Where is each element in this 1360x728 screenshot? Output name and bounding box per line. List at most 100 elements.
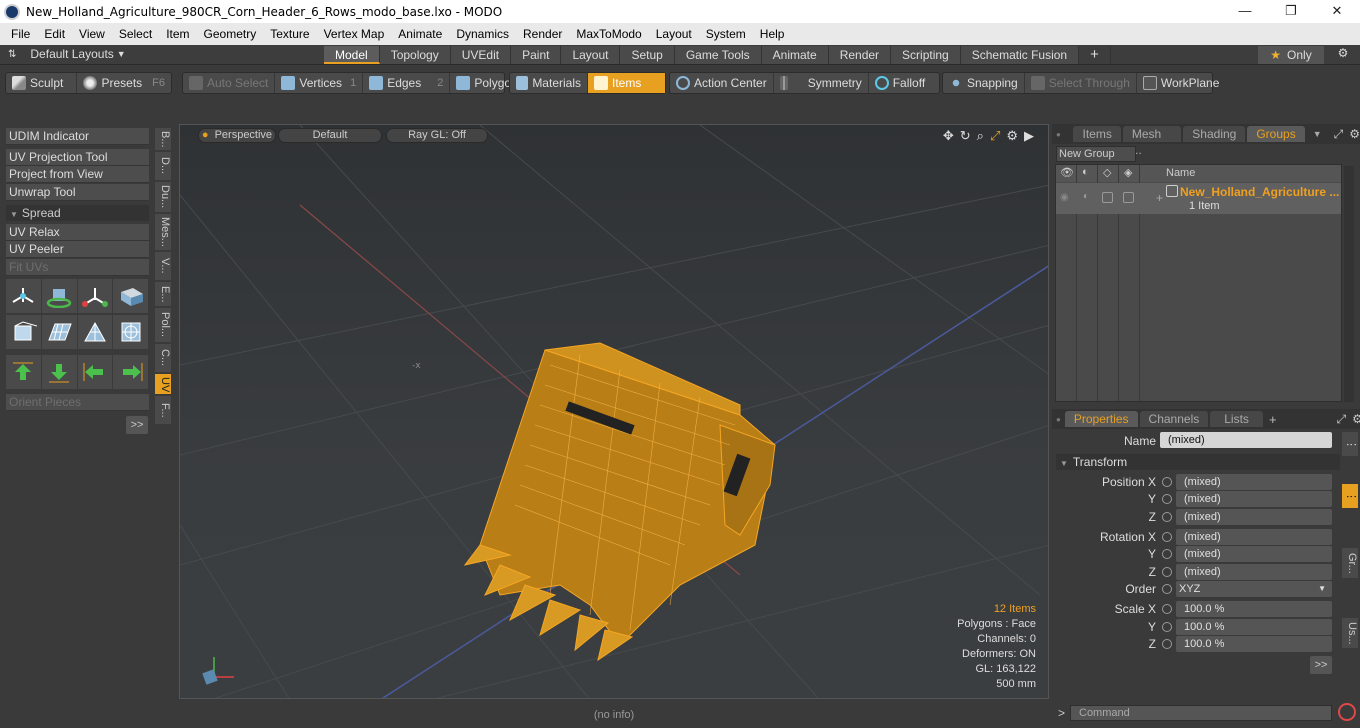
tab-items[interactable]: Items	[1073, 126, 1121, 142]
row-select-checkbox[interactable]	[1123, 192, 1134, 203]
groups-scrollbar[interactable]	[1344, 166, 1354, 402]
3d-viewport[interactable]: -x ● Perspective Default Ray GL: Off ✥ ↻…	[179, 124, 1049, 699]
menu-maxtomodo[interactable]: MaxToModo	[569, 27, 648, 41]
add-tab-button[interactable]: +	[1269, 412, 1277, 427]
row-render-checkbox[interactable]	[1102, 192, 1113, 203]
arrow-up-icon[interactable]	[6, 355, 41, 389]
vtab-b[interactable]: B...	[155, 128, 171, 150]
vtab-uv[interactable]: UV	[155, 374, 171, 394]
position-z-radio[interactable]	[1162, 512, 1172, 522]
uv-box-icon[interactable]	[6, 315, 41, 349]
perspective-selector[interactable]: ● Perspective	[198, 128, 276, 143]
menu-help[interactable]: Help	[753, 27, 792, 41]
column-name-header[interactable]: Name	[1166, 167, 1195, 179]
menu-edit[interactable]: Edit	[37, 27, 72, 41]
tab-lists[interactable]: Lists	[1210, 411, 1263, 427]
maximize-button[interactable]: ❐	[1268, 0, 1314, 23]
position-y-field[interactable]: (mixed)	[1176, 491, 1332, 507]
zoom-icon[interactable]: ⌕	[977, 128, 984, 144]
tab-animate[interactable]: Animate	[761, 46, 829, 64]
rotation-x-radio[interactable]	[1162, 532, 1172, 542]
layout-selector[interactable]: ⇅ Default Layouts ▼	[8, 47, 126, 61]
raygl-toggle[interactable]: Ray GL: Off	[386, 128, 488, 143]
rotation-y-radio[interactable]	[1162, 549, 1172, 559]
edges-button[interactable]: Edges 2	[363, 73, 451, 93]
order-select[interactable]: XYZ ▼	[1176, 581, 1332, 597]
gear-icon[interactable]: ⚙	[1349, 127, 1360, 141]
order-radio[interactable]	[1162, 584, 1172, 594]
vtab-v[interactable]: V...	[155, 252, 171, 280]
uv-rotate-icon[interactable]	[41, 279, 77, 313]
maximize-viewport-icon[interactable]: ⤢	[990, 128, 1000, 144]
tab-uvedit[interactable]: UVEdit	[450, 46, 512, 64]
rotation-x-field[interactable]: (mixed)	[1176, 529, 1332, 545]
materials-button[interactable]: Materials	[510, 73, 588, 93]
spread-section[interactable]: ▼ Spread	[6, 205, 149, 221]
position-z-field[interactable]: (mixed)	[1176, 509, 1332, 525]
rotation-z-radio[interactable]	[1162, 567, 1172, 577]
presets-button[interactable]: Presets F6	[77, 73, 171, 93]
uv-sphere-grid-icon[interactable]	[113, 315, 148, 349]
uv-relax-button[interactable]: UV Relax	[6, 224, 149, 241]
tab-model[interactable]: Model	[324, 46, 380, 64]
vtab-pol[interactable]: Pol...	[155, 308, 171, 342]
menu-animate[interactable]: Animate	[391, 27, 449, 41]
vtab-c[interactable]: C...	[155, 344, 171, 372]
transform-section[interactable]: ▼ Transform	[1056, 454, 1340, 470]
close-button[interactable]: ✕	[1314, 0, 1360, 23]
minimize-button[interactable]: —	[1222, 0, 1268, 23]
orient-pieces-button[interactable]: Orient Pieces	[6, 394, 149, 411]
udim-indicator-button[interactable]: UDIM Indicator	[6, 128, 149, 145]
menu-render[interactable]: Render	[516, 27, 569, 41]
select-through-button[interactable]: Select Through	[1025, 73, 1137, 93]
scale-y-radio[interactable]	[1162, 622, 1172, 632]
action-center-button[interactable]: Action Center	[670, 73, 774, 93]
vtab-d[interactable]: D...	[155, 152, 171, 180]
vertices-button[interactable]: Vertices 1	[275, 73, 364, 93]
side-tab-gr[interactable]: Gr...	[1342, 548, 1358, 578]
viewport-gear-icon[interactable]: ⚙	[1006, 128, 1018, 144]
position-y-radio[interactable]	[1162, 494, 1172, 504]
menu-geometry[interactable]: Geometry	[197, 27, 264, 41]
gear-icon[interactable]: ⚙	[1352, 412, 1360, 426]
fit-uvs-button[interactable]: Fit UVs	[6, 259, 149, 276]
tab-scripting[interactable]: Scripting	[891, 46, 961, 64]
scale-x-radio[interactable]	[1162, 604, 1172, 614]
expand-plus-icon[interactable]: +	[1156, 191, 1163, 205]
side-tab-dots[interactable]: ⋮	[1342, 432, 1358, 456]
position-x-field[interactable]: (mixed)	[1176, 474, 1332, 490]
menu-select[interactable]: Select	[112, 27, 159, 41]
render-icon[interactable]: ◇	[1103, 166, 1111, 179]
tab-shading[interactable]: Shading	[1183, 126, 1246, 142]
lock-icon[interactable]: ◐	[1082, 166, 1089, 178]
tab-render[interactable]: Render	[828, 46, 892, 64]
menu-view[interactable]: View	[72, 27, 112, 41]
tab-game-tools[interactable]: Game Tools	[674, 46, 762, 64]
play-icon[interactable]: ▶	[1024, 128, 1034, 144]
tab-schematic-fusion[interactable]: Schematic Fusion	[960, 46, 1080, 64]
shading-selector[interactable]: Default	[278, 128, 382, 143]
command-input[interactable]: Command	[1070, 705, 1332, 721]
group-row[interactable]: ◉ ◐ + New_Holland_Agriculture ... 1 Item	[1056, 183, 1341, 214]
rotation-z-field[interactable]: (mixed)	[1176, 564, 1332, 580]
chevron-down-icon[interactable]: ▼	[1313, 129, 1322, 139]
new-group-button[interactable]: New Group	[1056, 146, 1136, 162]
rotation-y-field[interactable]: (mixed)	[1176, 546, 1332, 562]
add-tab-button[interactable]: +	[1079, 46, 1111, 64]
tab-mesh[interactable]: Mesh ...	[1122, 126, 1182, 157]
uv-grid-plane-icon[interactable]	[41, 315, 77, 349]
menu-file[interactable]: File	[4, 27, 37, 41]
only-button[interactable]: ★ Only	[1258, 46, 1324, 64]
symmetry-button[interactable]: Symmetry	[774, 73, 869, 93]
items-button[interactable]: Items	[588, 73, 665, 93]
vtab-du[interactable]: Du...	[155, 182, 171, 212]
scale-z-field[interactable]: 100.0 %	[1176, 636, 1332, 652]
menu-item[interactable]: Item	[159, 27, 196, 41]
pan-icon[interactable]: ✥	[943, 128, 954, 144]
vtab-mes[interactable]: Mes...	[155, 214, 171, 250]
tab-channels[interactable]: Channels	[1139, 411, 1209, 427]
eye-icon[interactable]: 👁	[1060, 166, 1074, 179]
vtab-f[interactable]: F...	[155, 396, 171, 424]
menu-dynamics[interactable]: Dynamics	[449, 27, 516, 41]
menu-layout[interactable]: Layout	[649, 27, 699, 41]
